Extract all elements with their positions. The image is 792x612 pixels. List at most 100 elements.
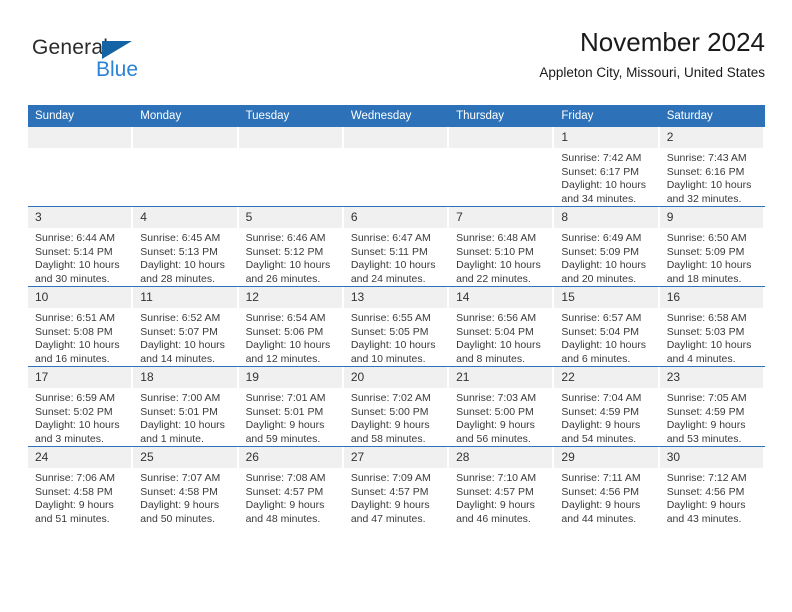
day-number <box>133 127 237 148</box>
day-sun-info: Sunrise: 7:06 AM Sunset: 4:58 PM Daylight:… <box>28 468 131 526</box>
calendar-day-cell[interactable]: 17 Sunrise: 6:59 AM Sunset: 5:02 PM Dayligh… <box>28 366 134 447</box>
calendar-day-cell[interactable]: 4 Sunrise: 6:45 AM Sunset: 5:13 PM Daylight… <box>133 206 239 287</box>
calendar-week-row: 10 Sunrise: 6:51 AM Sunset: 5:08 PM Dayligh… <box>28 286 765 367</box>
calendar-day-cell[interactable]: 1 Sunrise: 7:42 AM Sunset: 6:17 PM Daylight… <box>554 127 660 207</box>
calendar-cell-empty <box>133 127 239 207</box>
calendar-day-cell[interactable]: 2 Sunrise: 7:43 AM Sunset: 6:16 PM Daylight… <box>659 127 765 207</box>
calendar-day-cell[interactable]: 7 Sunrise: 6:48 AM Sunset: 5:10 PM Daylight… <box>449 206 555 287</box>
day-sun-info: Sunrise: 6:45 AM Sunset: 5:13 PM Daylight:… <box>133 228 236 286</box>
page-header: General Blue November 2024 Appleton City… <box>28 26 765 98</box>
weekday-header-saturday: Saturday <box>659 105 765 127</box>
calendar-cell-inner: 7 Sunrise: 6:48 AM Sunset: 5:10 PM Daylight… <box>449 207 555 286</box>
daylight-text-line1: Daylight: 10 hours <box>140 259 225 271</box>
day-sun-info: Sunrise: 6:56 AM Sunset: 5:04 PM Daylight:… <box>449 308 552 366</box>
daylight-text-line1: Daylight: 9 hours <box>245 499 325 511</box>
sunset-text: Sunset: 5:04 PM <box>561 325 640 338</box>
calendar-day-cell[interactable]: 11 Sunrise: 6:52 AM Sunset: 5:07 PM Dayligh… <box>133 286 239 367</box>
calendar-day-cell[interactable]: 24 Sunrise: 7:06 AM Sunset: 4:58 PM Dayligh… <box>28 446 134 526</box>
calendar-day-cell[interactable]: 16 Sunrise: 6:58 AM Sunset: 5:03 PM Dayligh… <box>659 286 765 367</box>
calendar-day-cell[interactable]: 13 Sunrise: 6:55 AM Sunset: 5:05 PM Dayligh… <box>343 286 450 367</box>
logo-text-blue: Blue <box>96 58 139 81</box>
daylight-text-line1: Daylight: 10 hours <box>140 419 225 431</box>
weekday-header-sunday: Sunday <box>28 105 134 127</box>
daylight-text-line2: and 34 minutes. <box>561 192 637 205</box>
daylight-text-line1: Daylight: 9 hours <box>245 419 325 431</box>
calendar-day-cell[interactable]: 15 Sunrise: 6:57 AM Sunset: 5:04 PM Dayligh… <box>554 286 660 367</box>
calendar-cell-inner: 17 Sunrise: 6:59 AM Sunset: 5:02 PM Dayligh… <box>28 367 134 446</box>
day-sun-info: Sunrise: 6:46 AM Sunset: 5:12 PM Daylight:… <box>239 228 342 286</box>
calendar-day-cell[interactable]: 5 Sunrise: 6:46 AM Sunset: 5:12 PM Daylight… <box>238 206 344 287</box>
daylight-text-line2: and 51 minutes. <box>35 512 110 525</box>
calendar-cell-inner: 10 Sunrise: 6:51 AM Sunset: 5:08 PM Dayligh… <box>28 287 134 366</box>
daylight-text-line1: Daylight: 10 hours <box>561 259 647 271</box>
calendar-header-row: Sunday Monday Tuesday Wednesday Thursday… <box>28 105 765 127</box>
day-number <box>449 127 553 148</box>
generalblue-logo[interactable]: General Blue <box>32 36 212 88</box>
calendar-day-cell[interactable]: 29 Sunrise: 7:11 AM Sunset: 4:56 PM Dayligh… <box>554 446 660 526</box>
calendar-day-cell[interactable]: 3 Sunrise: 6:44 AM Sunset: 5:14 PM Daylight… <box>28 206 134 287</box>
calendar-day-cell[interactable]: 23 Sunrise: 7:05 AM Sunset: 4:59 PM Dayligh… <box>659 366 765 447</box>
day-number: 6 <box>343 207 448 228</box>
day-number: 3 <box>28 207 132 228</box>
daylight-text-line2: and 10 minutes. <box>350 352 426 365</box>
calendar-day-cell[interactable]: 12 Sunrise: 6:54 AM Sunset: 5:06 PM Dayligh… <box>238 286 344 367</box>
sunrise-text: Sunrise: 6:49 AM <box>561 232 642 244</box>
sunrise-text: Sunrise: 7:11 AM <box>561 472 641 484</box>
calendar-day-cell[interactable]: 26 Sunrise: 7:08 AM Sunset: 4:57 PM Dayligh… <box>238 446 344 526</box>
daylight-text-line1: Daylight: 10 hours <box>140 339 225 351</box>
sunset-text: Sunset: 5:05 PM <box>350 325 429 338</box>
sunset-text: Sunset: 5:06 PM <box>245 325 324 338</box>
sunrise-text: Sunrise: 6:57 AM <box>561 312 642 324</box>
sunset-text: Sunset: 5:14 PM <box>35 245 113 258</box>
calendar-day-cell[interactable]: 28 Sunrise: 7:10 AM Sunset: 4:57 PM Dayligh… <box>449 446 555 526</box>
calendar-day-cell[interactable]: 21 Sunrise: 7:03 AM Sunset: 5:00 PM Dayligh… <box>449 366 555 447</box>
sunrise-text: Sunrise: 7:04 AM <box>561 392 642 404</box>
calendar-day-cell[interactable]: 27 Sunrise: 7:09 AM Sunset: 4:57 PM Dayligh… <box>343 446 450 526</box>
calendar-cell-inner: 6 Sunrise: 6:47 AM Sunset: 5:11 PM Daylight… <box>343 207 450 286</box>
sunrise-text: Sunrise: 6:47 AM <box>350 232 431 244</box>
calendar-day-cell[interactable]: 18 Sunrise: 7:00 AM Sunset: 5:01 PM Dayligh… <box>133 366 239 447</box>
day-number: 11 <box>133 287 237 308</box>
calendar-cell-inner: 13 Sunrise: 6:55 AM Sunset: 5:05 PM Dayligh… <box>343 287 450 366</box>
calendar-week-row: 3 Sunrise: 6:44 AM Sunset: 5:14 PM Daylight… <box>28 206 765 287</box>
day-number: 21 <box>449 367 553 388</box>
day-sun-info: Sunrise: 7:11 AM Sunset: 4:56 PM Daylight:… <box>554 468 657 526</box>
calendar-cell-empty <box>28 127 134 207</box>
sunset-text: Sunset: 4:58 PM <box>140 485 218 498</box>
daylight-text-line1: Daylight: 9 hours <box>350 419 430 431</box>
daylight-text-line1: Daylight: 10 hours <box>35 339 120 351</box>
calendar-day-cell[interactable]: 10 Sunrise: 6:51 AM Sunset: 5:08 PM Dayligh… <box>28 286 134 367</box>
calendar-cell-inner: 18 Sunrise: 7:00 AM Sunset: 5:01 PM Dayligh… <box>133 367 239 446</box>
daylight-text-line1: Daylight: 9 hours <box>35 499 114 511</box>
calendar-cell-inner: 24 Sunrise: 7:06 AM Sunset: 4:58 PM Dayligh… <box>28 447 134 526</box>
calendar-cell-inner: 25 Sunrise: 7:07 AM Sunset: 4:58 PM Dayligh… <box>133 447 239 526</box>
calendar-day-cell[interactable]: 22 Sunrise: 7:04 AM Sunset: 4:59 PM Dayligh… <box>554 366 660 447</box>
logo-triangle-icon <box>102 41 132 59</box>
calendar-day-cell[interactable]: 19 Sunrise: 7:01 AM Sunset: 5:01 PM Dayligh… <box>238 366 344 447</box>
day-sun-info: Sunrise: 6:55 AM Sunset: 5:05 PM Daylight:… <box>344 308 447 366</box>
calendar-day-cell[interactable]: 20 Sunrise: 7:02 AM Sunset: 5:00 PM Dayligh… <box>343 366 450 447</box>
sunrise-text: Sunrise: 7:08 AM <box>245 472 326 484</box>
day-number: 1 <box>554 127 658 148</box>
calendar-day-cell[interactable]: 30 Sunrise: 7:12 AM Sunset: 4:56 PM Dayligh… <box>659 446 765 526</box>
calendar-page: General Blue November 2024 Appleton City… <box>0 0 792 612</box>
day-sun-info: Sunrise: 6:58 AM Sunset: 5:03 PM Daylight:… <box>660 308 763 366</box>
sunset-text: Sunset: 4:57 PM <box>456 485 534 498</box>
daylight-text-line2: and 59 minutes. <box>245 432 321 445</box>
day-number: 5 <box>238 207 342 228</box>
sunrise-sunset-calendar: Sunday Monday Tuesday Wednesday Thursday… <box>28 105 765 526</box>
calendar-day-cell[interactable]: 6 Sunrise: 6:47 AM Sunset: 5:11 PM Daylight… <box>343 206 450 287</box>
calendar-day-cell[interactable]: 9 Sunrise: 6:50 AM Sunset: 5:09 PM Daylight… <box>659 206 765 287</box>
daylight-text-line2: and 24 minutes. <box>350 272 426 285</box>
calendar-day-cell[interactable]: 14 Sunrise: 6:56 AM Sunset: 5:04 PM Dayligh… <box>449 286 555 367</box>
daylight-text-line1: Daylight: 10 hours <box>666 259 752 271</box>
day-sun-info: Sunrise: 7:12 AM Sunset: 4:56 PM Daylight:… <box>660 468 763 526</box>
calendar-day-cell[interactable]: 8 Sunrise: 6:49 AM Sunset: 5:09 PM Daylight… <box>554 206 660 287</box>
daylight-text-line1: Daylight: 9 hours <box>666 419 746 431</box>
calendar-cell-inner: 5 Sunrise: 6:46 AM Sunset: 5:12 PM Daylight… <box>238 207 344 286</box>
sunset-text: Sunset: 4:56 PM <box>666 485 745 498</box>
calendar-day-cell[interactable]: 25 Sunrise: 7:07 AM Sunset: 4:58 PM Dayligh… <box>133 446 239 526</box>
day-number <box>238 127 342 148</box>
day-number <box>343 127 448 148</box>
day-sun-info: Sunrise: 6:59 AM Sunset: 5:02 PM Daylight:… <box>28 388 131 446</box>
